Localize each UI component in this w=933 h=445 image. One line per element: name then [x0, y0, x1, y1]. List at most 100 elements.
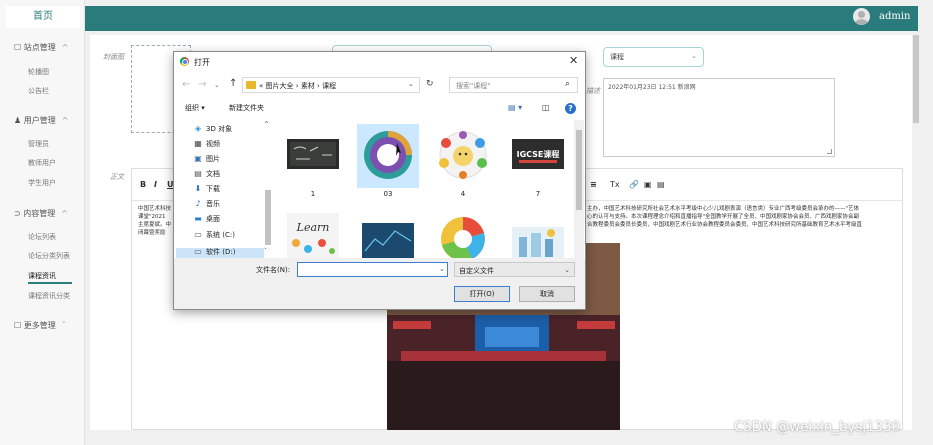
- menu-item-course-news-category[interactable]: 课程资讯分类: [28, 291, 70, 301]
- drive-d-icon: ▭: [194, 247, 202, 256]
- editor-text-line: 课堂"2021: [138, 214, 166, 220]
- italic-button[interactable]: I: [154, 180, 157, 189]
- breadcrumb-item[interactable]: 课程: [322, 82, 336, 90]
- nav-item-downloads[interactable]: ⬇ 下载: [193, 184, 220, 194]
- breadcrumb-item[interactable]: 素材: [301, 82, 315, 90]
- nav-item-label: 桌面: [206, 215, 220, 223]
- bold-button[interactable]: B: [140, 180, 146, 189]
- nav-item-videos[interactable]: ▦ 视频: [193, 139, 220, 149]
- video-icon[interactable]: ▤: [657, 180, 665, 189]
- nav-item-music[interactable]: ♪ 音乐: [193, 199, 220, 209]
- body-label: 正文: [110, 173, 124, 181]
- nav-item-pictures[interactable]: ▣ 图片: [193, 154, 220, 164]
- description-textarea[interactable]: 2022年01月23日 12:51 新浪网: [603, 78, 835, 157]
- nav-item-drive-c[interactable]: ▭ 系统 (C:): [193, 230, 235, 240]
- csdn-watermark: CSDN @weixin_bysj1330: [734, 420, 901, 435]
- menu-item-notice[interactable]: 公告栏: [28, 86, 49, 96]
- nav-scroll-thumb[interactable]: [265, 190, 271, 245]
- file-tile[interactable]: 1: [282, 124, 344, 204]
- file-grid-scrollbar[interactable]: [574, 120, 584, 258]
- new-folder-button[interactable]: 新建文件夹: [229, 103, 264, 113]
- file-thumb-wrap: [432, 206, 494, 258]
- file-tile[interactable]: [432, 206, 494, 258]
- description-value: 2022年01月23日 12:51 新浪网: [608, 84, 696, 91]
- link-icon[interactable]: 🔗: [629, 180, 639, 189]
- close-icon[interactable]: ✕: [569, 54, 578, 67]
- breadcrumb-overflow[interactable]: «: [259, 82, 263, 90]
- nav-item-label: 音乐: [206, 200, 220, 208]
- up-arrow-icon[interactable]: ↑: [229, 78, 237, 89]
- nav-item-documents[interactable]: ▤ 文档: [193, 169, 220, 179]
- breadcrumb-item[interactable]: 图片大全: [266, 82, 294, 90]
- clear-format-button[interactable]: Tx: [610, 180, 620, 189]
- file-thumbnail: Learn: [287, 213, 339, 258]
- filename-input[interactable]: ⌄: [297, 262, 448, 277]
- menu-item-student[interactable]: 学生用户: [28, 178, 56, 188]
- back-arrow-icon[interactable]: ←: [182, 79, 190, 90]
- file-tile[interactable]: IGCSE课程 7: [507, 124, 568, 204]
- organize-button[interactable]: 组织 ▾: [185, 103, 205, 113]
- menu-group-label: 更多管理: [23, 321, 56, 330]
- nav-scrollbar[interactable]: ^ ˇ: [264, 120, 272, 258]
- file-grid-scroll-thumb[interactable]: [576, 130, 582, 210]
- site-icon: ☐: [14, 43, 24, 52]
- nav-item-drive-d[interactable]: ▭ 软件 (D:): [193, 247, 235, 257]
- help-icon[interactable]: ?: [565, 103, 576, 114]
- chevron-down-icon: ⌄: [564, 266, 570, 274]
- file-tile[interactable]: [357, 206, 419, 258]
- file-grid: 1 03 4 IGCSE课程 7 Learn: [278, 120, 568, 258]
- menu-item-carousel[interactable]: 轮播图: [28, 67, 49, 77]
- igcse-thumb-text: IGCSE课程: [517, 149, 560, 159]
- file-thumbnail: [512, 227, 564, 258]
- user-name[interactable]: admin: [879, 11, 910, 22]
- image-icon[interactable]: ▣: [644, 180, 652, 189]
- scroll-down-icon[interactable]: ˇ: [264, 248, 267, 255]
- nav-item-3d-objects[interactable]: ◈ 3D 对象: [193, 124, 232, 134]
- menu-group-site[interactable]: ☐ 站点管理 ^: [14, 42, 68, 53]
- menu-group-label: 内容管理: [23, 209, 56, 218]
- menu-item-admin[interactable]: 管理员: [28, 139, 49, 149]
- preview-pane-icon[interactable]: ◫: [542, 103, 550, 112]
- breadcrumb: « 图片大全 › 素材 › 课程: [259, 81, 336, 91]
- avatar[interactable]: [853, 8, 870, 25]
- nav-item-desktop[interactable]: ▬ 桌面: [193, 214, 220, 224]
- menu-group-users[interactable]: ♟ 用户管理 ^: [14, 115, 68, 126]
- sidebar: 首页 ☐ 站点管理 ^ 轮播图 公告栏 ♟ 用户管理 ^ 管理员 教师用户 学生用户…: [0, 0, 85, 445]
- file-tile[interactable]: 4: [432, 124, 494, 204]
- category-select[interactable]: 课程 ⌄: [603, 47, 704, 67]
- top-bar: [85, 6, 918, 31]
- content-icon: ⊃: [14, 209, 24, 218]
- scroll-up-icon[interactable]: ^: [264, 121, 269, 128]
- menu-item-course-news[interactable]: 课程资讯: [28, 271, 56, 281]
- breadcrumb-separator: ›: [295, 82, 299, 90]
- menu-group-more[interactable]: ☐ 更多管理 ˇ: [14, 320, 66, 331]
- menu-item-forum-list[interactable]: 论坛列表: [28, 232, 56, 242]
- chrome-icon: [180, 57, 189, 66]
- forward-arrow-icon[interactable]: →: [198, 79, 206, 90]
- chevron-down-icon[interactable]: ⌄: [408, 80, 414, 88]
- dialog-titlebar[interactable]: 打开 ✕: [174, 52, 585, 72]
- open-button[interactable]: 打开(O): [454, 286, 510, 302]
- file-type-select[interactable]: 自定义文件 ⌄: [454, 262, 575, 277]
- drive-c-icon: ▭: [194, 230, 202, 239]
- file-tile-selected[interactable]: 03: [357, 124, 419, 204]
- breadcrumb-separator: ›: [317, 82, 320, 90]
- align-button[interactable]: ≡: [590, 180, 597, 189]
- home-tab[interactable]: 首页: [6, 6, 80, 28]
- chevron-up-icon: ^: [61, 116, 69, 125]
- chevron-down-icon[interactable]: ⌄: [214, 81, 220, 89]
- menu-group-content[interactable]: ⊃ 内容管理 ^: [14, 208, 68, 219]
- menu-item-forum-category[interactable]: 论坛分类列表: [28, 251, 70, 261]
- page-scrollbar[interactable]: [913, 35, 919, 123]
- chevron-down-icon[interactable]: ⌄: [439, 265, 445, 273]
- view-options-icon[interactable]: ▤ ▾: [508, 103, 522, 112]
- nav-item-label: 视频: [206, 140, 220, 148]
- address-bar[interactable]: « 图片大全 › 素材 › 课程 ⌄: [242, 77, 420, 93]
- cancel-button[interactable]: 取消: [519, 286, 575, 302]
- resize-handle[interactable]: [827, 149, 832, 154]
- search-box[interactable]: 搜索"课程" ⌕: [449, 77, 578, 93]
- menu-item-teacher[interactable]: 教师用户: [28, 158, 56, 168]
- refresh-icon[interactable]: ↻: [426, 79, 434, 89]
- file-tile[interactable]: Learn: [282, 206, 344, 258]
- file-tile[interactable]: [507, 206, 568, 258]
